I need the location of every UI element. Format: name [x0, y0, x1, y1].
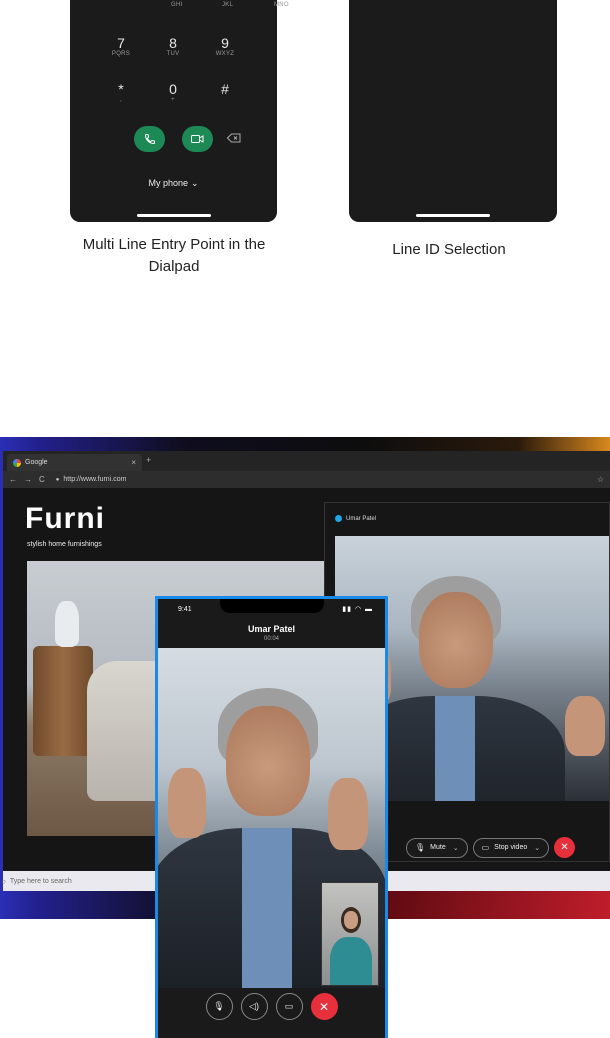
- address-bar[interactable]: ● http://www.furni.com: [56, 476, 127, 483]
- key-7[interactable]: 7 PQRS: [101, 36, 141, 58]
- key-letters: +: [171, 97, 175, 103]
- key-letters: WXYZ: [215, 51, 235, 57]
- waving-hand: [168, 768, 206, 838]
- face: [226, 706, 310, 816]
- microphone-icon: 🎙︎: [415, 843, 426, 852]
- line-id-phone-mockup: [349, 0, 557, 222]
- video-camera-icon: ▭: [284, 1001, 294, 1011]
- close-icon: ✕: [560, 842, 569, 853]
- call-duration: 00:04: [263, 636, 279, 642]
- reload-icon[interactable]: C: [39, 475, 45, 484]
- key-letters: ,: [120, 97, 122, 103]
- caller-name: Umar Patel: [247, 624, 296, 634]
- close-icon: ✕: [318, 999, 330, 1014]
- speaker-icon: ◁): [249, 1001, 259, 1011]
- google-icon: [13, 458, 21, 467]
- dialpad-phone-mockup: GHI JKL MNO 7 PQRS 8 TUV 9 WXYZ * , 0 + …: [70, 0, 289, 222]
- stop-video-label: Stop video: [494, 844, 528, 851]
- delete-digit-icon[interactable]: [227, 133, 241, 143]
- key-letters: JKL: [222, 2, 234, 8]
- mobile-remote-video: [158, 648, 385, 988]
- self-body: [330, 937, 372, 985]
- speaker-button[interactable]: ◁): [240, 993, 268, 1020]
- tab-title: Google: [25, 459, 48, 466]
- home-indicator: [136, 214, 211, 217]
- key-letters: MNO: [274, 2, 289, 8]
- key-hash[interactable]: #: [205, 82, 245, 97]
- key-digit: 0: [169, 81, 177, 97]
- key-digit: 7: [117, 35, 125, 51]
- caption-line-id: Line ID Selection: [392, 241, 506, 258]
- line-selector-dropdown[interactable]: My phone ⌄: [70, 178, 277, 189]
- key-letters: TUV: [166, 51, 180, 57]
- chevron-down-icon[interactable]: ⌄: [453, 844, 459, 852]
- caption-dialpad-entry: Multi Line Entry Point in the Dialpad: [82, 236, 266, 275]
- key-star[interactable]: * ,: [101, 82, 141, 104]
- status-bar-time: 9:41: [178, 606, 192, 613]
- lock-icon: ●: [55, 476, 60, 483]
- chevron-down-icon[interactable]: ⌄: [534, 844, 540, 852]
- waving-hand: [328, 778, 368, 850]
- taskbar-search-box[interactable]: Type here to search: [10, 878, 72, 885]
- browser-tab-bar: Google × +: [3, 451, 610, 471]
- end-call-button[interactable]: ✕: [554, 837, 576, 858]
- key-digit: *: [118, 81, 124, 97]
- site-tagline: stylish home furnishings: [27, 541, 102, 548]
- status-bar-icons: ▮▮ ◠ ▬: [342, 606, 373, 613]
- key-digit: 8: [169, 35, 177, 51]
- close-tab-icon[interactable]: ×: [131, 458, 136, 467]
- mute-button[interactable]: 🎙︎: [205, 993, 233, 1020]
- webex-title-bar: Umar Patel: [335, 515, 376, 522]
- browser-tab[interactable]: Google ×: [7, 454, 142, 471]
- new-tab-icon[interactable]: +: [146, 455, 151, 465]
- shirt: [435, 696, 475, 801]
- face: [419, 592, 493, 688]
- video-call-button[interactable]: [182, 126, 213, 152]
- video-camera-icon: ▭: [481, 843, 490, 852]
- home-indicator: [416, 214, 490, 217]
- side-table: [33, 646, 93, 756]
- search-icon: ○: [1, 876, 6, 886]
- lamp: [55, 601, 79, 647]
- key-0[interactable]: 0 +: [153, 82, 193, 104]
- webex-caller-name: Umar Patel: [346, 515, 377, 522]
- self-face: [344, 911, 358, 929]
- chevron-down-icon: ⌄: [190, 178, 199, 188]
- browser-toolbar: ← → C ● http://www.furni.com ☆: [3, 471, 610, 488]
- back-icon[interactable]: ←: [9, 475, 17, 484]
- key-letters: GHI: [171, 2, 183, 8]
- forward-icon[interactable]: →: [24, 475, 32, 484]
- mobile-call-screen: 9:41 ▮▮ ◠ ▬ Umar Patel 00:04 🎙︎ ◁) ▭ ✕: [155, 596, 388, 1038]
- site-logo[interactable]: Furni: [25, 502, 105, 536]
- end-call-button[interactable]: ✕: [310, 993, 338, 1020]
- shirt: [242, 828, 292, 988]
- url-text: http://www.furni.com: [63, 476, 127, 483]
- phone-icon: [144, 134, 155, 145]
- key-9[interactable]: 9 WXYZ: [205, 36, 245, 58]
- self-view-video[interactable]: [321, 882, 379, 986]
- webex-call-controls: 🎙︎ Mute ⌄ ▭ Stop video ⌄ ✕: [406, 837, 576, 858]
- phone-notch: [219, 599, 324, 613]
- key-8[interactable]: 8 TUV: [153, 36, 193, 58]
- video-camera-icon: [191, 135, 204, 143]
- mute-button[interactable]: 🎙︎ Mute ⌄: [406, 837, 468, 858]
- audio-call-button[interactable]: [134, 126, 165, 152]
- video-button[interactable]: ▭: [275, 993, 303, 1020]
- stop-video-button[interactable]: ▭ Stop video ⌄: [472, 837, 550, 858]
- mobile-call-controls: 🎙︎ ◁) ▭ ✕: [158, 993, 385, 1020]
- key-digit: #: [221, 81, 229, 97]
- mute-label: Mute: [430, 844, 446, 851]
- key-letters: PQRS: [111, 51, 131, 57]
- webex-logo-icon: [335, 515, 342, 522]
- microphone-icon: 🎙︎: [213, 1001, 225, 1011]
- key-digit: 9: [221, 35, 229, 51]
- line-selector-label: My phone: [148, 178, 188, 188]
- waving-hand: [565, 696, 605, 756]
- bookmark-star-icon[interactable]: ☆: [597, 475, 604, 484]
